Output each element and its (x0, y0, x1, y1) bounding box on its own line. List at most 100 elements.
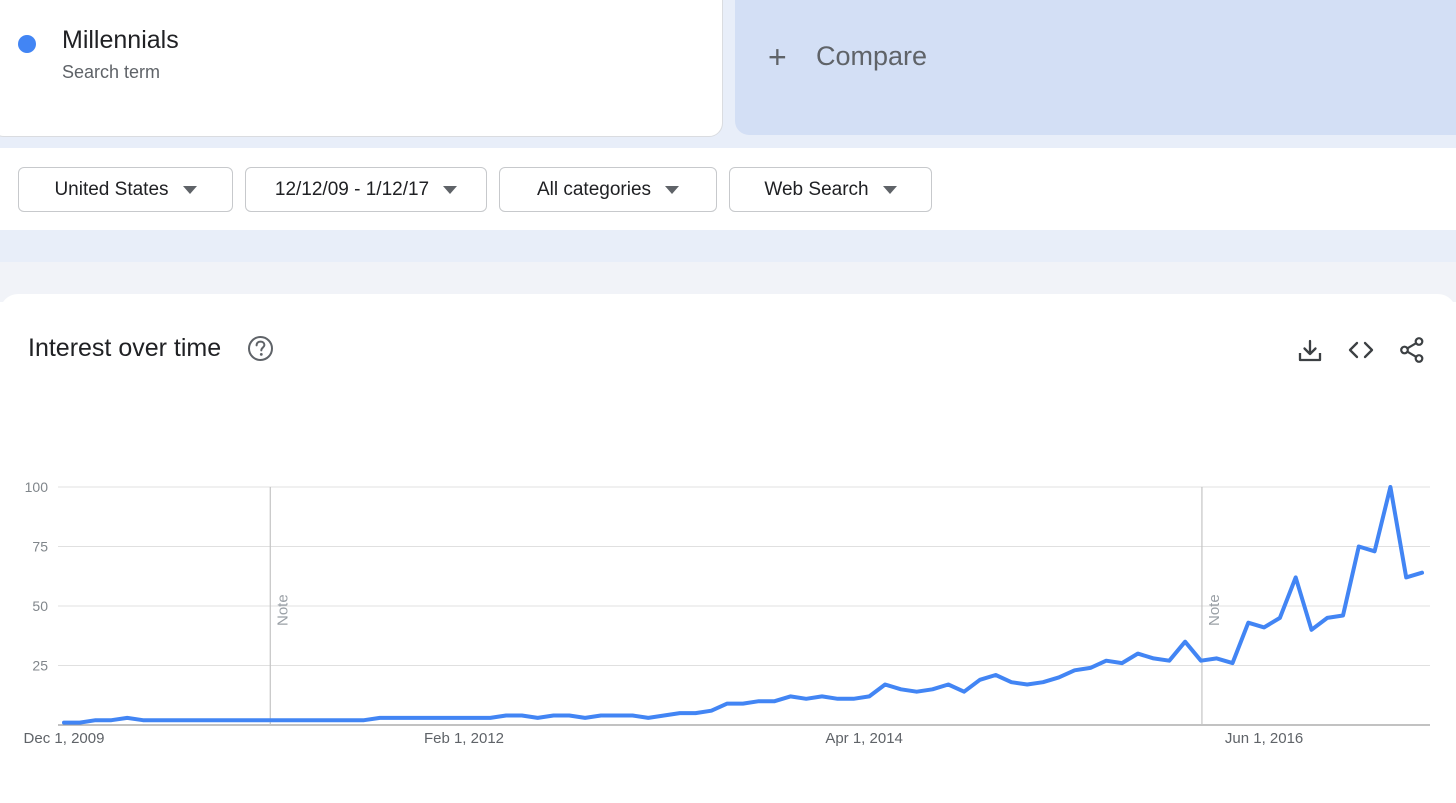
data-point[interactable] (1230, 660, 1236, 666)
data-point[interactable] (1356, 544, 1362, 550)
data-point[interactable] (708, 708, 714, 714)
data-point[interactable] (787, 693, 793, 699)
data-point[interactable] (1293, 574, 1299, 580)
data-point[interactable] (1008, 679, 1014, 685)
data-point[interactable] (172, 717, 178, 723)
data-point[interactable] (393, 715, 399, 721)
data-point[interactable] (250, 717, 256, 723)
data-point[interactable] (1245, 620, 1251, 626)
data-point[interactable] (977, 677, 983, 683)
data-point[interactable] (1166, 658, 1172, 664)
data-point[interactable] (598, 712, 604, 718)
data-point[interactable] (566, 712, 572, 718)
data-point[interactable] (266, 717, 272, 723)
data-point[interactable] (377, 715, 383, 721)
data-point[interactable] (1198, 658, 1204, 664)
data-point[interactable] (914, 689, 920, 695)
help-icon[interactable] (247, 335, 274, 362)
data-point[interactable] (77, 720, 83, 726)
data-point[interactable] (756, 698, 762, 704)
region-filter[interactable]: United States (18, 167, 233, 212)
data-point[interactable] (1387, 484, 1393, 490)
data-point[interactable] (1103, 658, 1109, 664)
search-term-name[interactable]: Millennials (62, 26, 179, 55)
data-point[interactable] (1087, 665, 1093, 671)
data-point[interactable] (851, 696, 857, 702)
data-point[interactable] (472, 715, 478, 721)
note-marker[interactable]: Note (274, 594, 291, 626)
data-point[interactable] (108, 717, 114, 723)
data-point[interactable] (329, 717, 335, 723)
data-point[interactable] (961, 689, 967, 695)
data-point[interactable] (361, 717, 367, 723)
data-point[interactable] (582, 715, 588, 721)
data-point[interactable] (424, 715, 430, 721)
data-point[interactable] (503, 712, 509, 718)
note-marker[interactable]: Note (1206, 594, 1223, 626)
data-point[interactable] (140, 717, 146, 723)
date-range-filter[interactable]: 12/12/09 - 1/12/17 (245, 167, 487, 212)
data-point[interactable] (1214, 655, 1220, 661)
data-point[interactable] (345, 717, 351, 723)
data-point[interactable] (882, 682, 888, 688)
data-point[interactable] (1135, 651, 1141, 657)
data-point[interactable] (61, 720, 67, 726)
data-point[interactable] (929, 686, 935, 692)
data-point[interactable] (187, 717, 193, 723)
data-point[interactable] (1040, 679, 1046, 685)
data-point[interactable] (1403, 574, 1409, 580)
data-point[interactable] (629, 712, 635, 718)
data-point[interactable] (440, 715, 446, 721)
data-point[interactable] (819, 693, 825, 699)
data-point[interactable] (282, 717, 288, 723)
data-point[interactable] (1372, 548, 1378, 554)
embed-code-icon[interactable] (1347, 336, 1375, 364)
data-point[interactable] (945, 682, 951, 688)
data-point[interactable] (772, 698, 778, 704)
data-point[interactable] (487, 715, 493, 721)
data-point[interactable] (1419, 570, 1425, 576)
data-point[interactable] (1340, 613, 1346, 619)
data-point[interactable] (835, 696, 841, 702)
data-point[interactable] (93, 717, 99, 723)
data-point[interactable] (1308, 627, 1314, 633)
category-filter[interactable]: All categories (499, 167, 717, 212)
data-point[interactable] (535, 715, 541, 721)
data-point[interactable] (203, 717, 209, 723)
data-point[interactable] (456, 715, 462, 721)
data-point[interactable] (519, 712, 525, 718)
download-icon[interactable] (1296, 336, 1324, 364)
data-point[interactable] (298, 717, 304, 723)
data-point[interactable] (693, 710, 699, 716)
data-point[interactable] (740, 701, 746, 707)
data-point[interactable] (614, 712, 620, 718)
data-point[interactable] (803, 696, 809, 702)
data-point[interactable] (898, 686, 904, 692)
data-point[interactable] (677, 710, 683, 716)
data-point[interactable] (1072, 667, 1078, 673)
data-point[interactable] (551, 712, 557, 718)
data-point[interactable] (1024, 682, 1030, 688)
data-point[interactable] (1056, 674, 1062, 680)
data-point[interactable] (993, 672, 999, 678)
data-point[interactable] (156, 717, 162, 723)
data-point[interactable] (1119, 660, 1125, 666)
data-point[interactable] (235, 717, 241, 723)
data-point[interactable] (866, 693, 872, 699)
data-point[interactable] (724, 701, 730, 707)
data-point[interactable] (645, 715, 651, 721)
data-point[interactable] (314, 717, 320, 723)
data-point[interactable] (1151, 655, 1157, 661)
data-point[interactable] (1182, 639, 1188, 645)
date-range-filter-label: 12/12/09 - 1/12/17 (274, 178, 430, 200)
data-point[interactable] (661, 712, 667, 718)
compare-label[interactable]: Compare (816, 41, 927, 72)
search-type-filter[interactable]: Web Search (729, 167, 932, 212)
data-point[interactable] (1324, 615, 1330, 621)
data-point[interactable] (219, 717, 225, 723)
data-point[interactable] (1261, 624, 1267, 630)
data-point[interactable] (408, 715, 414, 721)
data-point[interactable] (124, 715, 130, 721)
data-point[interactable] (1277, 615, 1283, 621)
share-icon[interactable] (1398, 336, 1426, 364)
